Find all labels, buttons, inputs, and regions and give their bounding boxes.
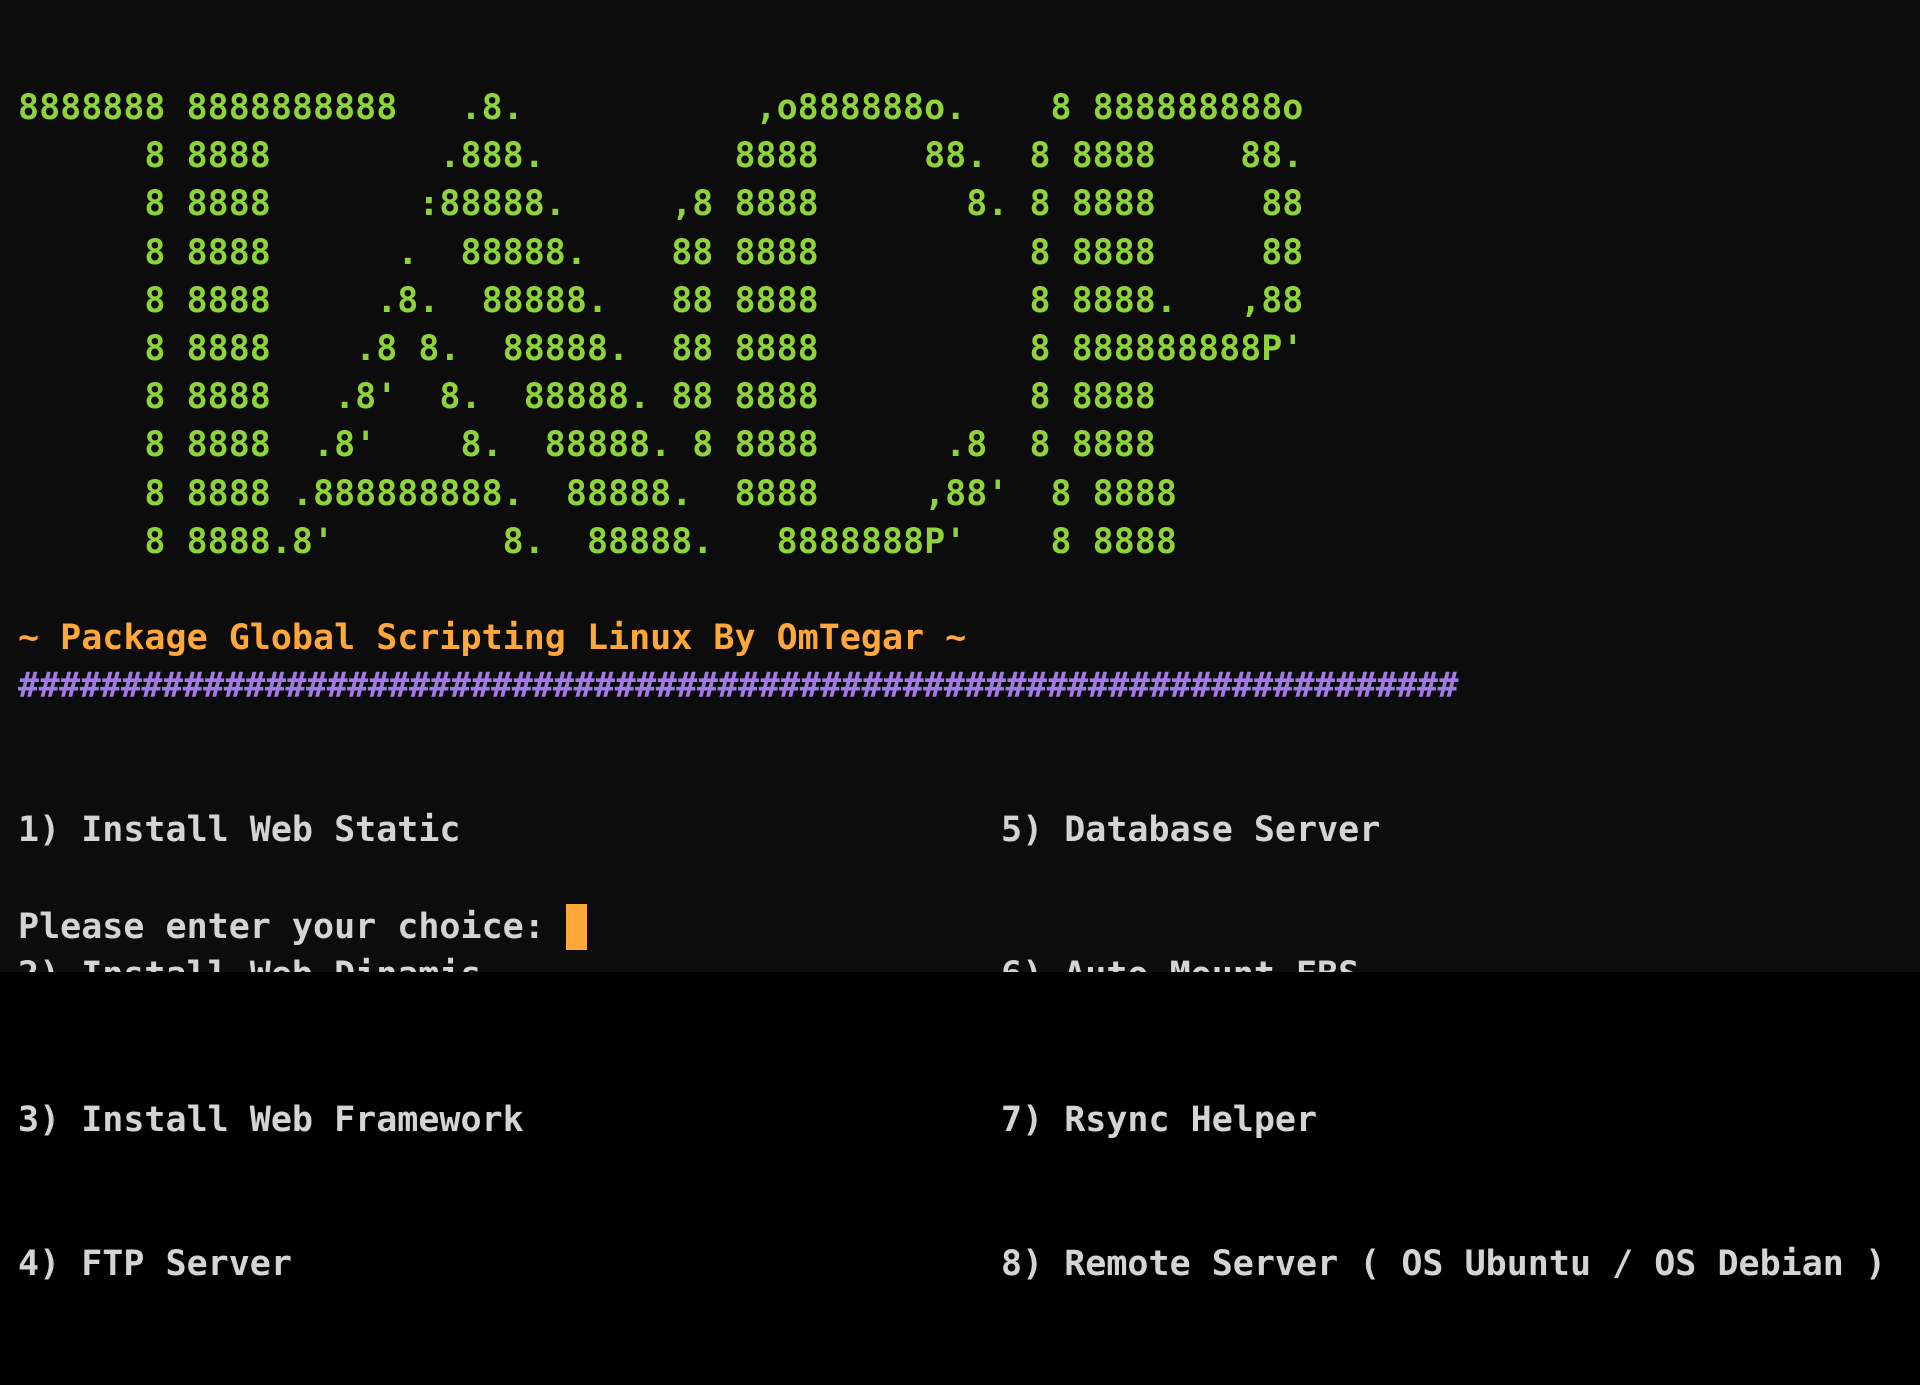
banner-line: 8 8888 .8. 88888. 88 8888 8 8888. ,88 (18, 280, 1304, 321)
hash-divider: ########################################… (18, 666, 1459, 706)
prompt-text: Please enter your choice: (18, 907, 545, 947)
subtitle-text: ~ Package Global Scripting Linux By OmTe… (18, 618, 967, 658)
terminal-window[interactable]: 8888888 8888888888 .8. ,o888888o. 8 8888… (0, 0, 1920, 1284)
banner-line: 8 8888 .888888888. 88888. 8888 ,88' 8 88… (18, 473, 1177, 514)
menu-option-8: 8) Remote Server ( OS Ubuntu / OS Debian… (1001, 1244, 1887, 1285)
text-cursor[interactable] (565, 904, 587, 951)
banner-line: 8 8888 . 88888. 88 8888 8 8888 88 (18, 232, 1304, 273)
menu-option-7: 7) Rsync Helper (1001, 1099, 1318, 1140)
ascii-banner: 8888888 8888888888 .8. ,o888888o. 8 8888… (18, 84, 1303, 566)
banner-line: 8 8888 .8 8. 88888. 88 8888 8 888888888P… (18, 328, 1304, 369)
input-prompt-line[interactable]: Please enter your choice: (18, 903, 587, 951)
banner-line: 8 8888 .8' 8. 88888. 8 8888 .8 8 8888 (18, 425, 1156, 466)
banner-line: 8 8888 :88888. ,8 8888 8. 8 8888 88 (18, 184, 1304, 225)
banner-line: 8 8888.8' 8. 88888. 8888888P' 8 8888 (18, 521, 1177, 562)
menu-option-4: 4) FTP Server (18, 1244, 292, 1285)
menu-option-3: 3) Install Web Framework (18, 1099, 524, 1140)
below-terminal-area (0, 972, 1920, 1080)
banner-line: 8 8888 .888. 8888 88. 8 8888 88. (18, 136, 1304, 177)
banner-line: 8888888 8888888888 .8. ,o888888o. 8 8888… (18, 88, 1304, 128)
banner-line: 8 8888 .8' 8. 88888. 88 8888 8 8888 (18, 377, 1156, 418)
menu-option-1: 1) Install Web Static (18, 810, 461, 851)
menu-option-5: 5) Database Server (1001, 810, 1381, 851)
